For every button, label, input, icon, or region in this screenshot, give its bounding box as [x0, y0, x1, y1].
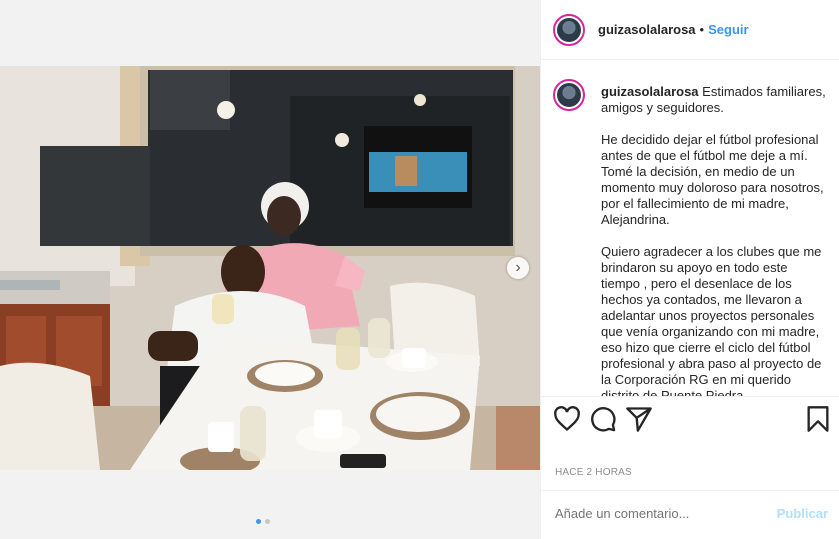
- publish-button[interactable]: Publicar: [777, 506, 828, 521]
- carousel-dot-active: [256, 519, 261, 524]
- header-username[interactable]: guizasolalarosa: [598, 22, 696, 37]
- photo-pane: ›: [0, 0, 540, 539]
- post-sidebar: guizasolalarosa • Seguir guizasolalarosa…: [540, 0, 839, 539]
- follow-button[interactable]: Seguir: [708, 22, 748, 37]
- carousel-indicator: [256, 519, 270, 524]
- post-photo[interactable]: [0, 66, 540, 470]
- chevron-right-icon: ›: [515, 259, 521, 276]
- caption: guizasolalarosa Estimados familiares, am…: [601, 84, 827, 396]
- heart-icon[interactable]: [553, 405, 581, 433]
- separator-dot: •: [699, 22, 705, 37]
- avatar[interactable]: [553, 13, 585, 46]
- comment-bar: Publicar: [541, 490, 839, 539]
- photo-illustration: [0, 66, 540, 470]
- bookmark-icon[interactable]: [804, 405, 832, 433]
- share-icon[interactable]: [625, 405, 653, 433]
- carousel-dot: [265, 519, 270, 524]
- comment-input[interactable]: [555, 506, 765, 521]
- caption-text: Estimados familiares, amigos y seguidore…: [601, 84, 826, 396]
- comment-icon[interactable]: [589, 405, 617, 433]
- caption-avatar[interactable]: [553, 79, 585, 111]
- caption-username[interactable]: guizasolalarosa: [601, 84, 699, 99]
- post-timestamp: HACE 2 HORAS: [555, 467, 632, 478]
- caption-area: guizasolalarosa Estimados familiares, am…: [541, 60, 839, 396]
- next-slide-button[interactable]: ›: [507, 257, 529, 279]
- action-bar: [541, 396, 839, 444]
- post-header: guizasolalarosa • Seguir: [541, 0, 839, 60]
